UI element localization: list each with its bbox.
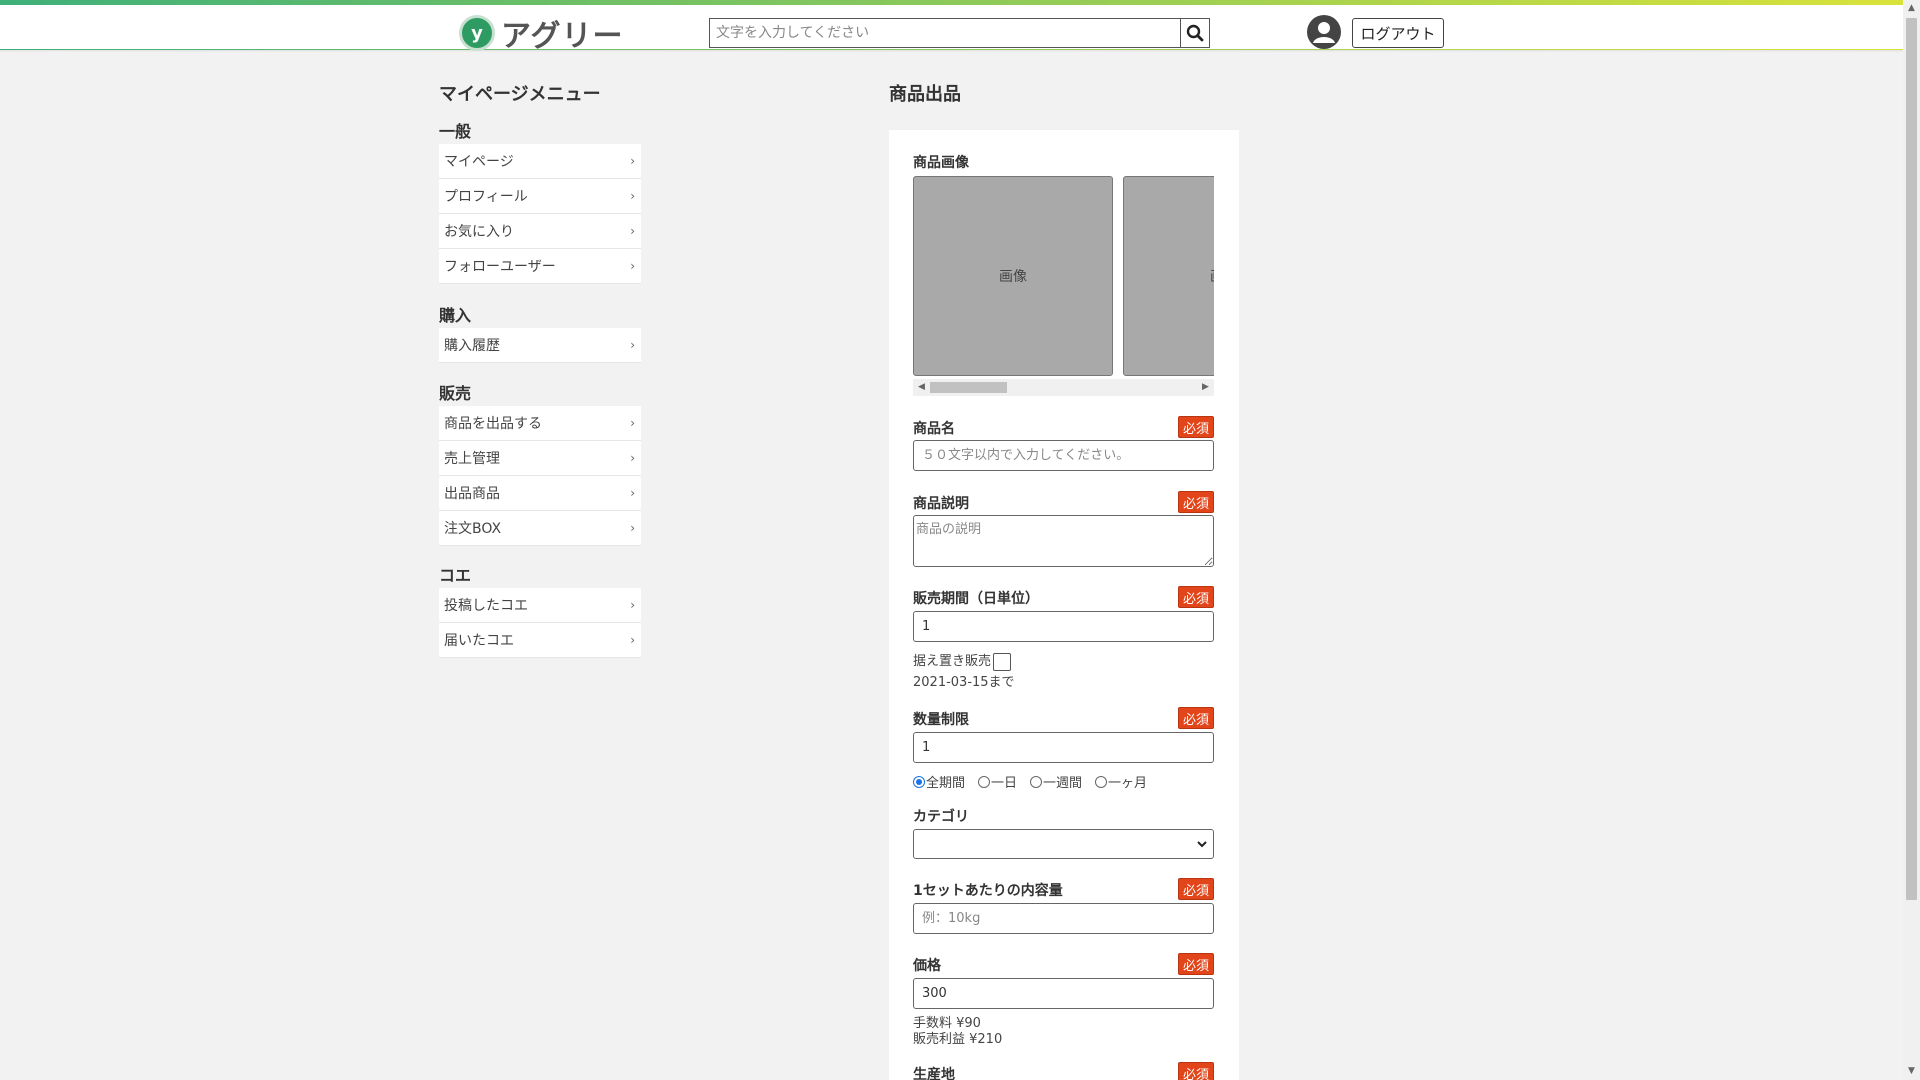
chevron-right-icon: › [630, 224, 635, 238]
content-per-set-input[interactable] [913, 903, 1214, 934]
radio-one-week[interactable]: 一週間 [1030, 772, 1082, 791]
page-title: 商品出品 [889, 84, 961, 105]
hold-sale-row: 据え置き販売 [913, 650, 1012, 671]
menu-item-follow-users[interactable]: フォローユーザー › [439, 249, 641, 284]
required-badge: 必須 [1178, 707, 1214, 729]
product-image-slot[interactable]: 画 [1123, 176, 1214, 376]
site-logo[interactable]: y アグリー [459, 11, 624, 55]
chevron-right-icon: › [630, 154, 635, 168]
hold-sale-checkbox[interactable] [993, 652, 1012, 671]
page-scrollbar[interactable]: ▲ ▼ [1903, 0, 1920, 1080]
mypage-menu-title: マイページメニュー [439, 84, 601, 105]
search-bar [709, 18, 1210, 48]
menu-section-sales: 販売 商品を出品する › 売上管理 › 出品商品 › 注文BOX › [439, 380, 641, 546]
radio-button[interactable] [1030, 775, 1043, 788]
menu-item-sales-management[interactable]: 売上管理 › [439, 441, 641, 476]
menu-item-purchase-history[interactable]: 購入履歴 › [439, 328, 641, 363]
price-label: 価格 [913, 958, 941, 974]
menu-item-posted-koe[interactable]: 投稿したコエ › [439, 588, 641, 623]
section-heading: 販売 [439, 384, 472, 403]
logout-button[interactable]: ログアウト [1352, 18, 1444, 48]
required-badge: 必須 [1178, 491, 1214, 513]
menu-item-list-product[interactable]: 商品を出品する › [439, 406, 641, 441]
hold-sale-label: 据え置き販売 [913, 654, 992, 669]
page-scroll-thumb[interactable] [1906, 18, 1917, 900]
top-bar: y アグリー ログアウト [0, 0, 1903, 54]
logo-text: アグリー [501, 19, 624, 54]
chevron-right-icon: › [630, 416, 635, 430]
radio-button[interactable] [1095, 775, 1108, 788]
menu-section-koe: コエ 投稿したコエ › 届いたコエ › [439, 562, 641, 658]
menu-item-profile[interactable]: プロフィール › [439, 179, 641, 214]
chevron-right-icon: › [630, 598, 635, 612]
menu-item-listed-products[interactable]: 出品商品 › [439, 476, 641, 511]
required-badge: 必須 [1178, 416, 1214, 438]
content-per-set-label: 1セットあたりの内容量 [913, 883, 1063, 899]
radio-button[interactable] [913, 775, 925, 788]
search-input[interactable] [709, 18, 1180, 48]
chevron-right-icon: › [630, 189, 635, 203]
required-badge: 必須 [1178, 1062, 1214, 1080]
product-name-input[interactable] [913, 440, 1214, 471]
chevron-right-icon: › [630, 451, 635, 465]
sale-period-input[interactable] [913, 611, 1214, 642]
menu-section-general: 一般 マイページ › プロフィール › お気に入り › フォローユーザー › [439, 118, 641, 284]
radio-button[interactable] [978, 775, 991, 788]
radio-one-month[interactable]: 一ヶ月 [1095, 772, 1147, 791]
product-images-label: 商品画像 [913, 155, 969, 171]
image-strip-scrollbar[interactable]: ◀ ▶ [913, 379, 1214, 396]
profit-text: 販売利益 ¥210 [913, 1032, 1003, 1047]
scroll-right-icon[interactable]: ▶ [1197, 379, 1214, 396]
section-heading: 購入 [439, 306, 472, 325]
logo-mark-icon: y [459, 15, 495, 51]
product-image-strip: 画像 画 [913, 176, 1214, 376]
user-avatar-icon[interactable] [1306, 14, 1342, 50]
sale-until-text: 2021-03-15まで [913, 675, 1015, 690]
product-image-slot[interactable]: 画像 [913, 176, 1113, 376]
chevron-right-icon: › [630, 338, 635, 352]
required-badge: 必須 [1178, 878, 1214, 900]
required-badge: 必須 [1178, 953, 1214, 975]
search-icon [1186, 24, 1204, 42]
radio-all-period[interactable]: 全期間 [913, 772, 965, 791]
description-textarea[interactable] [913, 515, 1214, 567]
chevron-down-icon [1197, 840, 1207, 847]
quantity-limit-input[interactable] [913, 732, 1214, 763]
radio-one-day[interactable]: 一日 [978, 772, 1017, 791]
required-badge: 必須 [1178, 586, 1214, 608]
menu-item-order-box[interactable]: 注文BOX › [439, 511, 641, 546]
section-heading: 一般 [439, 122, 472, 141]
listing-form: 商品画像 画像 画 ◀ ▶ 商品名 必須 商品説明 必須 販売期間（日単位） 必… [889, 130, 1239, 1080]
menu-item-mypage[interactable]: マイページ › [439, 144, 641, 179]
quantity-limit-label: 数量制限 [913, 712, 969, 728]
origin-label: 生産地 [913, 1067, 955, 1080]
menu-section-purchase: 購入 購入履歴 › [439, 302, 641, 363]
product-name-label: 商品名 [913, 421, 955, 437]
scroll-down-icon[interactable]: ▼ [1903, 1063, 1920, 1080]
section-heading: コエ [439, 566, 472, 585]
chevron-right-icon: › [630, 486, 635, 500]
sale-period-label: 販売期間（日単位） [913, 591, 1039, 607]
price-input[interactable] [913, 978, 1214, 1009]
scroll-up-icon[interactable]: ▲ [1903, 0, 1920, 17]
search-button[interactable] [1180, 18, 1210, 48]
quantity-period-radios: 全期間 一日 一週間 一ヶ月 [913, 772, 1160, 791]
chevron-right-icon: › [630, 521, 635, 535]
menu-item-favorites[interactable]: お気に入り › [439, 214, 641, 249]
chevron-right-icon: › [630, 259, 635, 273]
description-label: 商品説明 [913, 496, 969, 512]
scroll-left-icon[interactable]: ◀ [913, 379, 930, 396]
category-select[interactable] [913, 829, 1214, 859]
image-strip-scroll-thumb[interactable] [930, 382, 1007, 393]
chevron-right-icon: › [630, 633, 635, 647]
category-label: カテゴリ [913, 809, 969, 825]
menu-item-received-koe[interactable]: 届いたコエ › [439, 623, 641, 658]
